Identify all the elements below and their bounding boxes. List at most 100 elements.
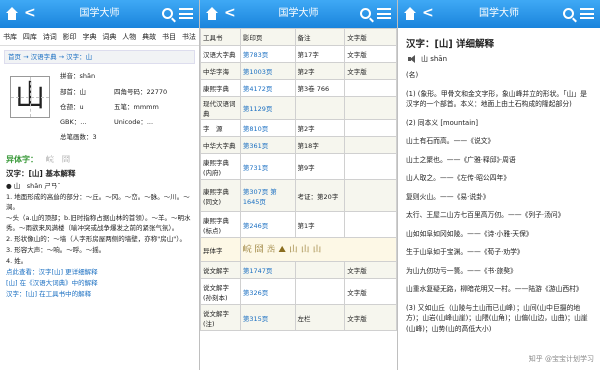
table-row: 异体字 𡷗 𡶬 𡷀 ⛰ 山 山 山 xyxy=(200,237,397,262)
big-character: 山 xyxy=(10,76,50,118)
text-version-link[interactable] xyxy=(344,96,397,120)
detail-heading: 汉字：[山] 详细解释 xyxy=(406,39,494,50)
home-icon[interactable] xyxy=(404,7,416,20)
quote-line: 为山九仞功亏一篑。——《书·旅獒》 xyxy=(406,266,517,275)
quote-line: 复则火山。——《易·说卦》 xyxy=(406,192,490,201)
note: 第9字 xyxy=(294,153,346,180)
text-version-link[interactable]: 文字版 xyxy=(344,45,397,63)
book-name: 康熙字典 xyxy=(200,79,241,97)
book-name: 中华大字典 xyxy=(200,136,241,154)
tab-diangu[interactable]: 典故 xyxy=(142,32,156,42)
tab-cidian[interactable]: 词典 xyxy=(102,32,116,42)
tab-zidian[interactable]: 字典 xyxy=(83,32,97,42)
book-name: 字 源 xyxy=(200,119,241,137)
note xyxy=(294,278,346,305)
back-icon[interactable]: < xyxy=(24,6,36,20)
page-link[interactable]: 第307页 第1645页 xyxy=(239,179,296,212)
unicode-field: Unicode：... xyxy=(114,118,154,126)
gbk-field: GBK：... xyxy=(60,118,87,126)
tab-shici[interactable]: 诗词 xyxy=(43,32,57,42)
variants-label: 异体字： xyxy=(6,154,38,164)
top-bar: < 国学大师 xyxy=(398,0,600,28)
page-link[interactable]: 第1003页 xyxy=(239,62,296,80)
variant-glyph[interactable]: 𡷗 xyxy=(46,154,54,164)
page-link[interactable]: 第315页 xyxy=(239,304,296,331)
definition-3: 3. 形容大声：～响。～呼。～摇。 xyxy=(6,246,106,254)
top-bar: < 国学大师 xyxy=(0,0,199,28)
search-icon[interactable] xyxy=(360,8,371,19)
page-link[interactable]: 第1747页 xyxy=(239,261,296,279)
menu-icon[interactable] xyxy=(377,8,391,19)
speaker-icon[interactable] xyxy=(408,55,417,63)
text-version-link[interactable] xyxy=(344,119,397,137)
table-row: 字 源 第810页 第2字 xyxy=(200,119,397,137)
table-row: 康熙字典 第4172页 第3卷 766 xyxy=(200,79,397,97)
book-name: 说文解字 xyxy=(200,261,241,279)
wubi-field: 五笔：mmmm xyxy=(114,103,159,111)
tab-shumu[interactable]: 书目 xyxy=(162,32,176,42)
menu-icon[interactable] xyxy=(179,8,193,19)
text-version-link[interactable] xyxy=(344,136,397,154)
page-link[interactable]: 第810页 xyxy=(239,119,296,137)
text-version-link[interactable] xyxy=(344,79,397,97)
table-row: 现代汉语词典 第1129页 xyxy=(200,96,397,120)
definition-2: 2. 形状像山的：～墙（人字形房屋两侧的墙壁，亦称"房山"）。 xyxy=(6,235,186,243)
note: 左栏 xyxy=(294,304,346,331)
note: 第17字 xyxy=(294,45,346,63)
reference-books-link[interactable]: 汉字：[山] 在工具书中的解释 xyxy=(6,289,193,299)
page-link[interactable]: 第246页 xyxy=(239,211,296,238)
definition-1: 1. 地面形成的高耸的部分：～丘。～冈。～峦。～脉。～川。～涧。 xyxy=(6,193,190,211)
home-icon[interactable] xyxy=(206,7,218,20)
pinyin-row: 山 shān xyxy=(408,54,592,64)
text-version-link[interactable] xyxy=(344,211,397,238)
book-name: 汉语大字典 xyxy=(200,45,241,63)
table-row: 康熙字典(同文) 第307页 第1645页 考证：第20字 xyxy=(200,179,397,212)
tab-renwu[interactable]: 人物 xyxy=(122,32,136,42)
definition-1b: ～头（a.山的顶部；b.旧时指称占据山林的首领）。～羊。～明水秀。～雨欲来风满楼… xyxy=(6,214,191,232)
page-link[interactable]: 第4172页 xyxy=(239,79,296,97)
basic-heading: 汉字：[山] 基本解释 xyxy=(6,169,76,178)
text-version-link[interactable] xyxy=(344,179,397,212)
hanyu-dacidian-link[interactable]: [山] 在《汉语大词典》中的解释 xyxy=(6,278,193,288)
note xyxy=(294,261,346,279)
table-row: 康熙字典(内府) 第731页 第9字 xyxy=(200,153,397,180)
breadcrumb[interactable]: 首页 → 汉语字典 → 汉字：山 xyxy=(4,50,195,64)
page-link[interactable]: 第783页 xyxy=(239,45,296,63)
quote-line: 生于山阜如于宝渊。——《荀子·劝学》 xyxy=(406,248,524,256)
radical-field: 部首：山 xyxy=(60,88,86,96)
text-version-link[interactable]: 文字版 xyxy=(344,278,397,305)
menu-icon[interactable] xyxy=(580,8,594,19)
tab-yingyin[interactable]: 影印 xyxy=(63,32,77,42)
variant-glyph[interactable]: 𡶬 xyxy=(62,154,70,164)
home-icon[interactable] xyxy=(6,7,18,20)
page-link[interactable]: 第1129页 xyxy=(239,96,296,120)
search-icon[interactable] xyxy=(563,8,574,19)
back-icon[interactable]: < xyxy=(224,6,236,20)
pinyin-text: 山 shān xyxy=(421,55,448,63)
book-name: 现代汉语词典 xyxy=(200,96,241,120)
variant-glyphs: 𡷗 𡶬 𡷀 ⛰ 山 山 山 xyxy=(239,237,397,262)
tab-siku[interactable]: 四库 xyxy=(23,32,37,42)
tab-shufa[interactable]: 书法 xyxy=(182,32,196,42)
panel-detailed-definition: < 国学大师 汉字：[山] 详细解释 山 shān (名) (1) (象形。甲骨… xyxy=(398,0,600,370)
table-row: 汉语大字典 第783页 第17字 文字版 xyxy=(200,45,397,63)
search-icon[interactable] xyxy=(162,8,173,19)
pos-label: (名) xyxy=(406,71,419,79)
text-version-link[interactable]: 文字版 xyxy=(344,62,397,80)
pinyin-field: 拼音：shān xyxy=(60,72,96,80)
book-name: 康熙字典(内府) xyxy=(200,153,241,180)
watermark: 知乎 @宝宝计划学习 xyxy=(528,355,594,363)
text-version-link[interactable]: 文字版 xyxy=(344,304,397,331)
page-link[interactable]: 第326页 xyxy=(239,278,296,305)
text-version-link[interactable]: 文字版 xyxy=(344,261,397,279)
note: 第2字 xyxy=(294,119,346,137)
text-version-link[interactable] xyxy=(344,153,397,180)
back-icon[interactable]: < xyxy=(422,6,434,20)
tab-shuku[interactable]: 书库 xyxy=(3,32,17,42)
char-info-block: 山 拼音：shān 部首：山 四角号码：22770 仓颉：u 五笔：mmmm G… xyxy=(4,68,195,148)
page-link[interactable]: 第361页 xyxy=(239,136,296,154)
page-link[interactable]: 第731页 xyxy=(239,153,296,180)
detail-link[interactable]: 点此查看：汉字[山] 更详细解释 xyxy=(6,267,193,277)
note: 第18字 xyxy=(294,136,346,154)
book-name: 中华字海 xyxy=(200,62,241,80)
